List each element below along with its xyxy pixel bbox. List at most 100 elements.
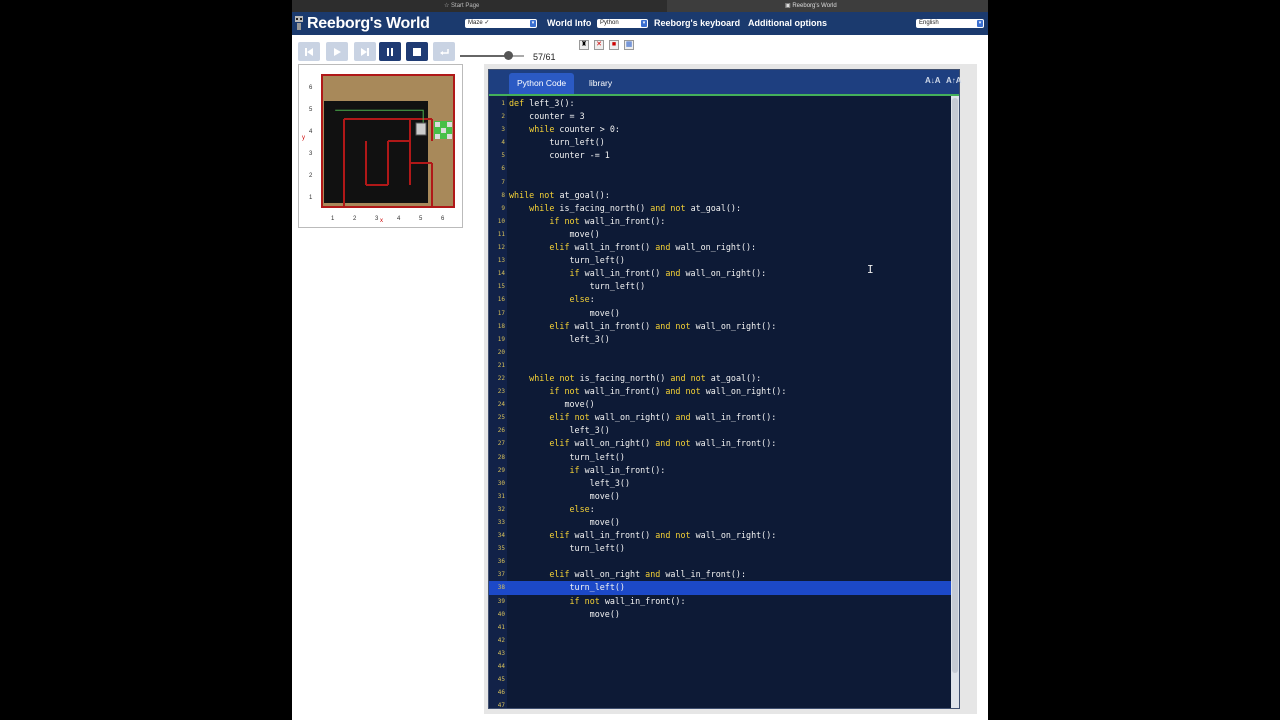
- clear-icon[interactable]: ■: [609, 40, 619, 50]
- code-line[interactable]: 41: [489, 621, 951, 634]
- tab-python-code[interactable]: Python Code: [509, 73, 575, 94]
- line-number: 1: [501, 100, 505, 107]
- tab-library[interactable]: library: [581, 73, 620, 94]
- code-line[interactable]: 32 else:: [489, 503, 951, 516]
- speed-slider[interactable]: [460, 51, 524, 60]
- world-select[interactable]: Maze ✓ ▾: [465, 19, 537, 28]
- code-line[interactable]: 38 turn_left(): [489, 581, 951, 595]
- code-text: move(): [509, 608, 620, 619]
- code-line[interactable]: 44: [489, 660, 951, 673]
- code-text: move(): [509, 399, 595, 410]
- code-line[interactable]: 8 while not at_goal():: [489, 189, 951, 202]
- code-line[interactable]: 30 left_3(): [489, 477, 951, 490]
- line-number: 21: [497, 361, 505, 369]
- code-line[interactable]: 25 elif not wall_on_right() and wall_in_…: [489, 411, 951, 424]
- code-line[interactable]: 40 move(): [489, 608, 951, 621]
- browser-tab-reeborg[interactable]: ▣ Reeborg's World: [667, 0, 988, 12]
- code-editor[interactable]: Python Code library A↓A A↑A 1 def left_3(…: [488, 69, 962, 712]
- code-line[interactable]: 5 counter -= 1: [489, 149, 951, 162]
- additional-options-button[interactable]: Additional options: [748, 18, 827, 28]
- code-line[interactable]: 26 left_3(): [489, 424, 951, 437]
- line-number: 27: [497, 440, 505, 448]
- x-axis-label: 2: [353, 216, 357, 222]
- code-line[interactable]: 7: [489, 176, 951, 189]
- code-line[interactable]: 39 if not wall_in_front():: [489, 595, 951, 608]
- code-line[interactable]: 14 if wall_in_front() and wall_on_right(…: [489, 267, 951, 280]
- line-number: 46: [497, 689, 505, 697]
- code-line[interactable]: 11 move(): [489, 228, 951, 241]
- code-text: left_3(): [509, 477, 631, 488]
- code-line[interactable]: 31 move(): [489, 490, 951, 503]
- line-number: 19: [497, 335, 505, 343]
- code-line[interactable]: 22 while not is_facing_north() and not a…: [489, 372, 951, 385]
- code-line[interactable]: 10 if not wall_in_front():: [489, 215, 951, 228]
- code-text: turn_left(): [509, 255, 625, 266]
- code-line[interactable]: 18 elif wall_in_front() and not wall_on_…: [489, 320, 951, 333]
- code-line[interactable]: 20: [489, 346, 951, 359]
- edit-world-icon[interactable]: ▦: [624, 40, 634, 50]
- code-line[interactable]: 12 elif wall_in_front() and wall_on_righ…: [489, 241, 951, 254]
- line-number: 23: [497, 388, 505, 396]
- code-line[interactable]: 27 elif wall_on_right() and not wall_in_…: [489, 437, 951, 450]
- browser-tab-start[interactable]: ☆ Start Page: [444, 0, 479, 12]
- line-number: 33: [497, 519, 505, 526]
- editor-scrollbar[interactable]: [951, 96, 959, 708]
- code-line[interactable]: 16 else:: [489, 293, 951, 306]
- language-select[interactable]: Python ▾: [597, 19, 648, 28]
- editor-scroll-thumb[interactable]: [952, 98, 958, 673]
- code-line[interactable]: 1 def left_3():: [489, 97, 951, 110]
- browser-tab-label: Reeborg's World: [792, 3, 837, 9]
- line-number: 11: [497, 230, 505, 238]
- code-line[interactable]: 35 turn_left(): [489, 542, 951, 555]
- pause-button[interactable]: [379, 42, 401, 61]
- code-line[interactable]: 9 while is_facing_north() and not at_goa…: [489, 202, 951, 215]
- decrease-font-button[interactable]: A↓A: [925, 76, 941, 85]
- code-text: move(): [509, 228, 600, 239]
- code-line[interactable]: 21: [489, 359, 951, 372]
- world-info-button[interactable]: World Info: [547, 18, 591, 28]
- browser-tab-bar: ☆ Start Page ▣ Reeborg's World: [292, 0, 988, 12]
- code-line[interactable]: 23 if not wall_in_front() and not wall_o…: [489, 385, 951, 398]
- language-select-value: Python: [600, 20, 619, 26]
- delete-icon[interactable]: ✕: [594, 40, 604, 50]
- stop-button[interactable]: [406, 42, 428, 61]
- increase-font-button[interactable]: A↑A: [946, 76, 962, 85]
- code-line[interactable]: 42: [489, 634, 951, 647]
- code-line[interactable]: 45: [489, 673, 951, 686]
- code-line[interactable]: 24 move(): [489, 398, 951, 411]
- code-line[interactable]: 29 if wall_in_front():: [489, 464, 951, 477]
- line-number: 43: [497, 649, 505, 657]
- reload-button[interactable]: [298, 42, 320, 61]
- code-line[interactable]: 37 elif wall_on_right and wall_in_front(…: [489, 568, 951, 581]
- code-line[interactable]: 2 counter = 3: [489, 110, 951, 123]
- reeborg-keyboard-button[interactable]: Reeborg's keyboard: [654, 18, 740, 28]
- code-line[interactable]: 36: [489, 555, 951, 568]
- code-text: else:: [569, 503, 595, 514]
- locale-select[interactable]: English ▾: [916, 19, 984, 28]
- line-number: 16: [497, 296, 505, 304]
- x-axis-label: 6: [441, 216, 445, 222]
- code-text: if wall_in_front() and wall_on_right():: [569, 268, 767, 279]
- step-button[interactable]: [354, 42, 376, 61]
- code-line[interactable]: 3 while counter > 0:: [489, 123, 951, 136]
- code-line[interactable]: 4 turn_left(): [489, 136, 951, 149]
- code-line[interactable]: 15 turn_left(): [489, 280, 951, 293]
- code-line[interactable]: 47: [489, 699, 951, 712]
- run-button[interactable]: [326, 42, 348, 61]
- code-text: while not at_goal():: [509, 189, 610, 200]
- code-line[interactable]: 33 move(): [489, 516, 951, 529]
- speed-slider-handle[interactable]: [504, 51, 513, 60]
- reverse-step-button[interactable]: [433, 42, 455, 61]
- code-line[interactable]: 43: [489, 647, 951, 660]
- robot-info-icon[interactable]: ♜: [579, 40, 589, 50]
- code-line[interactable]: 28 turn_left(): [489, 451, 951, 464]
- code-line[interactable]: 46: [489, 686, 951, 699]
- code-line[interactable]: 19 left_3(): [489, 333, 951, 346]
- code-area[interactable]: 1 def left_3(): 2 counter = 33 while count…: [489, 97, 951, 712]
- code-line[interactable]: 6: [489, 162, 951, 175]
- code-line[interactable]: 17 move(): [489, 307, 951, 320]
- code-text: while not is_facing_north() and not at_g…: [529, 372, 762, 383]
- robot-icon: [415, 122, 427, 136]
- code-line[interactable]: 34 elif wall_in_front() and not wall_on_…: [489, 529, 951, 542]
- code-line[interactable]: 13 turn_left(): [489, 254, 951, 267]
